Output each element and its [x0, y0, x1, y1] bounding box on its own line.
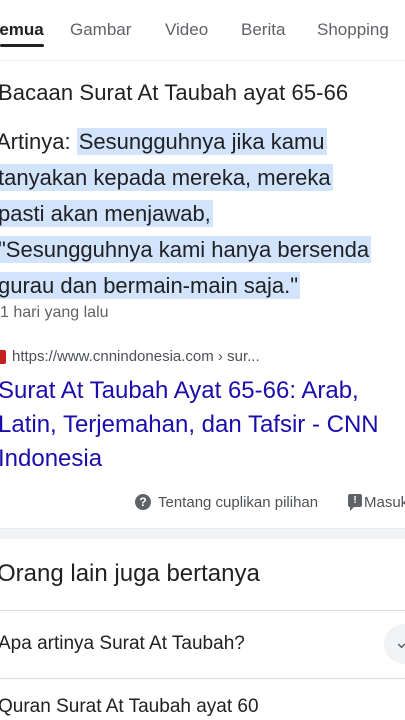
result-title-line[interactable]: Latin, Terjemahan, dan Tafsir - CNN	[0, 408, 405, 442]
tab-video[interactable]: Video	[165, 20, 208, 40]
snippet-highlight: gurau dan bermain-main saja."	[0, 272, 301, 299]
snippet-text: Artinya: Sesungguhnya jika kamu tanyakan…	[0, 124, 405, 304]
help-circle-icon[interactable]: ?	[135, 494, 151, 510]
search-tabs: Semua Gambar Video Berita Shopping	[0, 0, 405, 62]
paa-question[interactable]: Quran Surat At Taubah ayat 60	[0, 696, 259, 718]
chevron-down-icon: ⌄	[394, 632, 405, 652]
snippet-highlight: "Sesungguhnya kami hanya bersenda	[0, 236, 372, 263]
section-separator	[0, 528, 405, 539]
result-title-line[interactable]: Surat At Taubah Ayat 65-66: Arab,	[0, 374, 405, 408]
tab-berita[interactable]: Berita	[241, 20, 285, 40]
tab-shopping[interactable]: Shopping	[317, 20, 389, 40]
snippet-highlight: Sesungguhnya jika kamu	[76, 128, 327, 155]
divider	[0, 610, 405, 611]
paa-question[interactable]: Apa artinya Surat At Taubah?	[0, 633, 245, 655]
about-snippet-link[interactable]: Tentang cuplikan pilihan	[158, 494, 318, 511]
tab-gambar[interactable]: Gambar	[70, 20, 131, 40]
feedback-link[interactable]: Masukan	[364, 494, 405, 511]
cnn-favicon-icon	[0, 350, 6, 364]
snippet-highlight: pasti akan menjawab,	[0, 200, 213, 227]
active-tab-indicator	[0, 44, 44, 47]
divider	[0, 678, 405, 679]
snippet-highlight: tanyakan kepada mereka, mereka	[0, 164, 333, 191]
people-also-ask-title: Orang lain juga bertanya	[0, 560, 260, 587]
snippet-title: Bacaan Surat At Taubah ayat 65-66	[0, 80, 349, 105]
feedback-icon[interactable]: !	[348, 494, 362, 511]
tab-semua[interactable]: Semua	[0, 20, 44, 40]
result-title-line[interactable]: Indonesia	[0, 442, 405, 476]
expand-button[interactable]: ⌄	[384, 624, 405, 664]
divider	[0, 60, 405, 61]
snippet-prefix: Artinya:	[0, 129, 77, 154]
source-url[interactable]: https://www.cnnindonesia.com › sur...	[12, 348, 260, 365]
snippet-timestamp: 1 hari yang lalu	[0, 304, 109, 321]
result-title-link[interactable]: Surat At Taubah Ayat 65-66: Arab, Latin,…	[0, 374, 405, 476]
